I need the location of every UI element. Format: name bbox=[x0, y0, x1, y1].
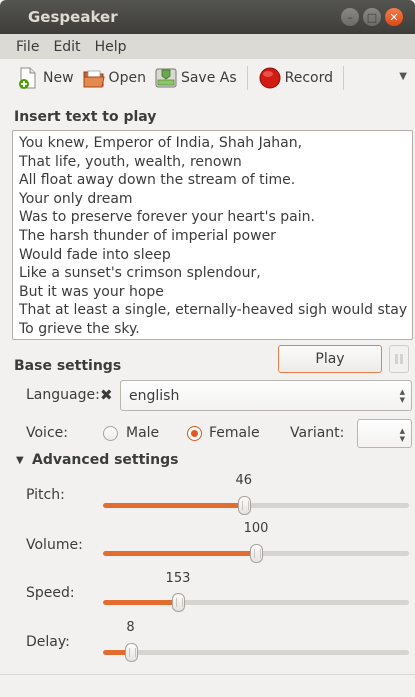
pitch-label: Pitch: bbox=[26, 487, 65, 503]
variant-label: Variant: bbox=[290, 425, 345, 441]
speed-slider-track[interactable] bbox=[103, 600, 409, 605]
base-settings-label: Base settings bbox=[14, 358, 122, 374]
volume-slider-thumb[interactable] bbox=[250, 544, 263, 563]
volume-value: 100 bbox=[243, 521, 269, 536]
updown-arrows-icon: ▲ ▼ bbox=[399, 427, 405, 443]
clear-language-icon[interactable]: ✖ bbox=[100, 386, 113, 404]
female-radio-label[interactable]: Female bbox=[209, 425, 260, 441]
play-button[interactable]: Play bbox=[278, 345, 382, 373]
menu-help[interactable]: Help bbox=[89, 37, 133, 57]
status-bar bbox=[0, 674, 415, 675]
text-line: All float away down the stream of time. bbox=[19, 172, 296, 189]
speed-label: Speed: bbox=[26, 585, 75, 601]
text-section-label: Insert text to play bbox=[14, 109, 157, 125]
new-button-label: New bbox=[43, 70, 74, 86]
record-button-label: Record bbox=[284, 70, 334, 86]
text-line: That life, youth, wealth, renown bbox=[19, 153, 242, 170]
record-icon bbox=[258, 66, 282, 90]
window-controls: – □ ✕ bbox=[341, 8, 403, 26]
save-as-button[interactable]: Save As bbox=[150, 62, 241, 94]
maximize-icon[interactable]: □ bbox=[363, 8, 381, 26]
male-radio-label[interactable]: Male bbox=[126, 425, 159, 441]
expander-arrow-icon[interactable]: ▼ bbox=[16, 455, 24, 466]
voice-label: Voice: bbox=[26, 425, 68, 441]
speed-slider-fill bbox=[103, 600, 178, 605]
text-line: Like a sunset's crimson splendour, bbox=[19, 265, 261, 282]
save-as-icon bbox=[154, 66, 178, 90]
text-line: To grieve the sky. bbox=[19, 320, 140, 337]
speech-text-area[interactable]: You knew, Emperor of India, Shah Jahan, … bbox=[12, 130, 413, 340]
text-line: The harsh thunder of imperial power bbox=[19, 227, 276, 244]
pitch-slider-fill bbox=[103, 503, 244, 508]
delay-label: Delay: bbox=[26, 634, 70, 650]
pause-button[interactable] bbox=[389, 345, 409, 373]
minimize-icon[interactable]: – bbox=[341, 8, 359, 26]
language-select[interactable]: english ▲ ▼ bbox=[120, 380, 412, 411]
speed-value: 153 bbox=[165, 571, 191, 586]
pitch-slider-thumb[interactable] bbox=[237, 496, 251, 515]
text-line: That at least a single, eternally-heaved… bbox=[19, 302, 408, 319]
record-button[interactable]: Record bbox=[254, 62, 337, 94]
close-icon[interactable]: ✕ bbox=[385, 8, 403, 26]
menu-file[interactable]: File bbox=[10, 37, 45, 57]
open-button-label: Open bbox=[108, 70, 146, 86]
text-line: Was to preserve forever your heart's pai… bbox=[19, 209, 315, 226]
delay-slider-track[interactable] bbox=[103, 650, 409, 655]
open-button[interactable]: Open bbox=[78, 62, 150, 94]
new-button[interactable]: New bbox=[12, 62, 78, 94]
male-radio[interactable] bbox=[103, 426, 118, 441]
toolbar: New Open Save As Record ▼ bbox=[0, 59, 415, 97]
pitch-slider-track[interactable] bbox=[103, 503, 409, 508]
variant-select[interactable]: ▲ ▼ bbox=[357, 419, 412, 448]
toolbar-separator bbox=[246, 66, 248, 90]
play-button-label: Play bbox=[315, 351, 345, 367]
menu-edit[interactable]: Edit bbox=[47, 37, 86, 57]
speed-slider-thumb[interactable] bbox=[171, 593, 185, 612]
delay-value: 8 bbox=[126, 620, 135, 635]
delay-slider-thumb[interactable] bbox=[124, 643, 138, 662]
volume-label: Volume: bbox=[26, 537, 83, 553]
toolbar-separator bbox=[343, 66, 345, 90]
window-title: Gespeaker bbox=[28, 8, 118, 26]
language-label: Language: bbox=[26, 387, 100, 403]
title-bar: Gespeaker – □ ✕ bbox=[0, 0, 415, 34]
open-folder-icon bbox=[82, 66, 106, 90]
text-line: You knew, Emperor of India, Shah Jahan, bbox=[19, 135, 303, 151]
text-line: Your only dream bbox=[19, 190, 133, 207]
menu-bar: File Edit Help bbox=[0, 34, 415, 59]
save-as-button-label: Save As bbox=[180, 70, 237, 86]
language-value: english bbox=[129, 387, 180, 404]
pitch-value: 46 bbox=[235, 473, 253, 488]
text-line: Would fade into sleep bbox=[19, 246, 171, 263]
pause-icon bbox=[395, 354, 403, 364]
advanced-settings-expander[interactable]: Advanced settings bbox=[32, 452, 178, 468]
updown-arrows-icon: ▲ ▼ bbox=[399, 388, 405, 404]
text-line: But it was your hope bbox=[19, 283, 164, 300]
female-radio[interactable] bbox=[187, 426, 202, 441]
volume-slider-fill bbox=[103, 551, 256, 556]
toolbar-overflow-icon[interactable]: ▼ bbox=[399, 71, 407, 82]
new-document-icon bbox=[16, 66, 40, 90]
